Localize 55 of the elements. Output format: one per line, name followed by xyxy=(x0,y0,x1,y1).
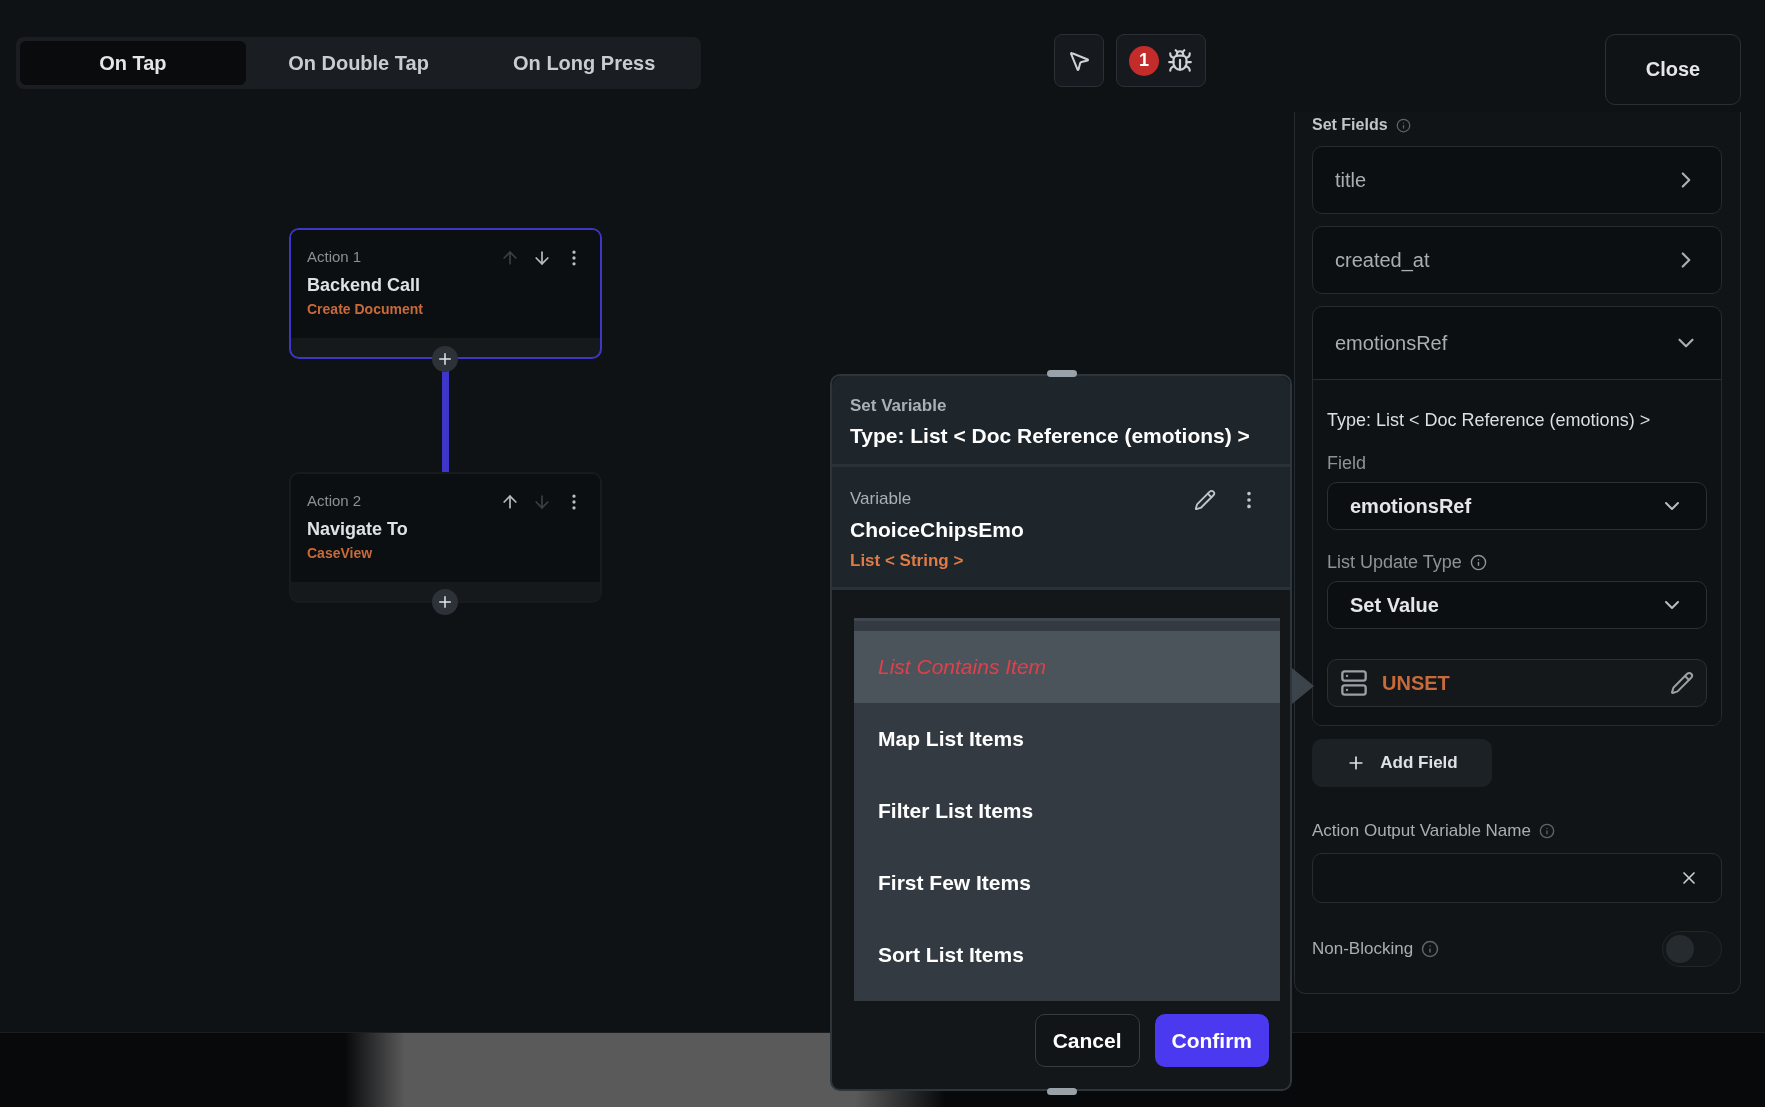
output-name-field[interactable] xyxy=(1312,853,1722,903)
action-card[interactable]: Action 2 Navigate To CaseView xyxy=(289,472,602,603)
variable-name: ChoiceChipsEmo xyxy=(850,518,1025,542)
variable-label: Variable xyxy=(850,489,912,509)
update-type-dropdown[interactable]: Set Value xyxy=(1327,581,1707,629)
menu-item[interactable]: First Few Items xyxy=(854,847,1280,919)
action-label: Action 1 xyxy=(307,248,362,265)
action-card[interactable]: Action 1 Backend Call Create Document xyxy=(289,228,602,359)
bug-icon xyxy=(1167,47,1193,74)
field-label: Action Output Variable Name xyxy=(1312,821,1531,841)
database-icon xyxy=(1340,669,1368,697)
drag-handle[interactable] xyxy=(1047,1088,1077,1095)
add-action-button[interactable] xyxy=(432,346,458,372)
pointer-icon xyxy=(1292,668,1314,704)
action-subtitle: CaseView xyxy=(307,545,374,561)
error-count-badge: 1 xyxy=(1129,45,1159,76)
plus-icon xyxy=(436,350,454,368)
non-blocking-toggle[interactable] xyxy=(1662,931,1722,967)
add-field-button[interactable]: Add Field xyxy=(1312,739,1492,787)
dialog-subtitle: Set Variable xyxy=(850,396,948,416)
variable-type: List < String > xyxy=(850,551,965,571)
edit-icon[interactable] xyxy=(1194,489,1216,511)
event-tab[interactable]: On Tap xyxy=(20,41,246,85)
menu-item[interactable]: Map List Items xyxy=(854,703,1280,775)
field-row[interactable]: title xyxy=(1313,147,1721,213)
confirm-button[interactable]: Confirm xyxy=(1154,1014,1269,1067)
action-subtitle: Create Document xyxy=(307,301,424,317)
event-tab[interactable]: On Long Press xyxy=(471,41,697,85)
field-label: List Update Type xyxy=(1327,552,1462,573)
field-dropdown[interactable]: emotionsRef xyxy=(1327,482,1707,530)
cursor-icon-button[interactable] xyxy=(1054,34,1104,87)
action-label: Action 2 xyxy=(307,492,362,509)
action-title: Backend Call xyxy=(307,275,422,296)
info-icon xyxy=(1395,117,1411,133)
cancel-button[interactable]: Cancel xyxy=(1034,1014,1140,1067)
field-row[interactable]: created_at xyxy=(1313,227,1721,293)
info-icon xyxy=(1538,823,1555,839)
info-icon xyxy=(1469,554,1487,571)
type-label: Type: List < Doc Reference (emotions) > xyxy=(1327,410,1652,431)
edit-icon xyxy=(1670,671,1694,695)
field-label: Non-Blocking xyxy=(1312,939,1414,959)
drag-handle[interactable] xyxy=(1047,370,1077,377)
info-icon xyxy=(1421,940,1440,958)
event-tab[interactable]: On Double Tap xyxy=(245,41,472,85)
section-heading: Set Fields xyxy=(1312,116,1388,134)
debug-button[interactable]: 1 xyxy=(1116,34,1206,87)
field-label: Field xyxy=(1327,453,1366,474)
close-button[interactable]: Close xyxy=(1605,34,1741,105)
menu-item[interactable]: Sort List Items xyxy=(854,919,1280,991)
add-action-button[interactable] xyxy=(432,589,458,615)
value-field[interactable]: UNSET xyxy=(1327,659,1707,707)
action-title: Navigate To xyxy=(307,519,409,540)
dialog-title: Type: List < Doc Reference (emotions) > xyxy=(850,424,1251,448)
menu-item[interactable]: Filter List Items xyxy=(854,775,1280,847)
plus-icon xyxy=(436,593,454,611)
